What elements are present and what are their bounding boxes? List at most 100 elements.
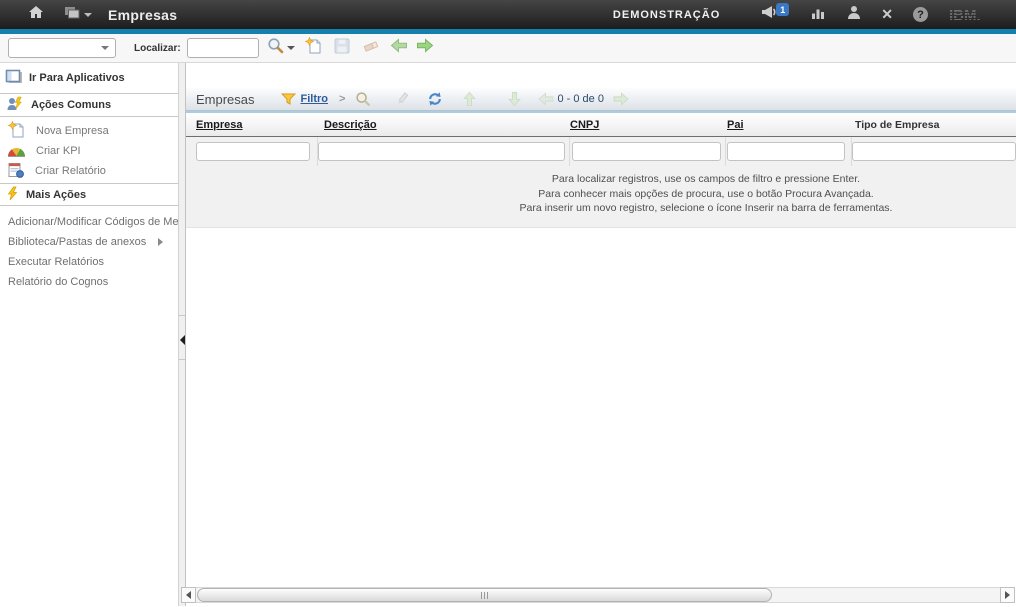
chevron-down-icon	[287, 46, 295, 50]
search-button[interactable]	[267, 37, 295, 59]
profile-button[interactable]	[847, 5, 861, 24]
sidebar-item-biblioteca-pastas-anexos[interactable]: Biblioteca/Pastas de anexos	[0, 232, 178, 252]
sidebar-item-label: Relatório do Cognos	[8, 276, 108, 288]
column-header-cnpj[interactable]: CNPJ	[570, 119, 599, 131]
column-header-tipo-de-empresa: Tipo de Empresa	[855, 119, 939, 131]
column-header-descricao[interactable]: Descrição	[324, 119, 377, 131]
environment-label: DEMONSTRAÇÃO	[613, 9, 720, 21]
refresh-button[interactable]	[427, 91, 443, 107]
sidebar-collapse-handle[interactable]	[178, 63, 186, 606]
column-header-pai[interactable]: Pai	[727, 119, 744, 131]
record-selector-combo[interactable]	[8, 38, 116, 58]
results-table-header: Empresa Descrição CNPJ Pai Tipo de Empre…	[186, 111, 1016, 137]
scrollbar-track[interactable]	[196, 587, 1000, 603]
divider-grip	[179, 359, 185, 360]
sidebar-item-label: Criar Relatório	[35, 165, 106, 177]
close-icon: ✕	[881, 6, 893, 23]
sidebar-section-common-actions[interactable]: Ações Comuns	[0, 94, 178, 117]
submenu-arrow-icon	[158, 238, 163, 246]
sidebar-item-criar-kpi[interactable]: Criar KPI	[0, 141, 178, 161]
forward-button[interactable]	[416, 38, 434, 58]
sidebar-item-label: Ir Para Aplicativos	[29, 72, 125, 84]
new-document-icon	[305, 37, 322, 59]
horizontal-scrollbar	[181, 587, 1015, 603]
scrollbar-grip-icon	[481, 592, 489, 599]
help-button[interactable]: ?	[913, 7, 928, 22]
sidebar-item-go-to-apps[interactable]: Ir Para Aplicativos	[0, 63, 178, 94]
prev-page-button	[538, 92, 554, 106]
column-separator	[569, 137, 570, 166]
lightning-icon	[6, 186, 19, 204]
sidebar-item-label: Biblioteca/Pastas de anexos	[8, 236, 146, 248]
filter-input-descricao[interactable]	[318, 142, 565, 161]
save-button	[334, 38, 350, 59]
results-header: Empresas Filtro >	[186, 88, 1016, 111]
sign-out-button[interactable]: ✕	[881, 6, 893, 23]
help-line: Para localizar registros, use os campos …	[396, 172, 1016, 187]
windows-stack-icon	[64, 6, 80, 24]
scroll-right-button[interactable]	[1000, 587, 1015, 603]
filter-row	[186, 137, 1016, 166]
sidebar-section-more-actions[interactable]: Mais Ações	[0, 183, 178, 206]
bar-chart-icon	[811, 6, 827, 24]
arrow-left-icon	[390, 38, 408, 58]
filter-input-pai[interactable]	[727, 142, 845, 161]
divider-grip	[179, 315, 185, 316]
new-document-icon	[8, 121, 25, 141]
svg-text:IBM.: IBM.	[949, 7, 981, 23]
ibm-logo: IBM.	[948, 7, 996, 23]
eraser-icon	[362, 38, 380, 58]
triangle-left-icon	[186, 591, 191, 599]
record-range: 0 - 0 de 0	[557, 93, 603, 105]
chevron-down-icon	[84, 13, 92, 17]
home-button[interactable]	[28, 5, 44, 24]
filter-input-cnpj[interactable]	[572, 142, 721, 161]
record-toolbar: Localizar:	[0, 34, 1016, 63]
panel-title: Empresas	[196, 92, 255, 107]
sidebar: Ir Para Aplicativos Ações Comuns Nova Em…	[0, 63, 178, 606]
help-line: Para inserir um novo registro, selecione…	[396, 201, 1016, 216]
window-title: Empresas	[108, 7, 177, 23]
person-icon	[847, 5, 861, 24]
new-record-button[interactable]	[305, 37, 322, 59]
reports-button[interactable]	[811, 6, 827, 24]
filter-funnel-icon[interactable]	[281, 93, 296, 105]
sidebar-item-executar-relatorios[interactable]: Executar Relatórios	[0, 252, 178, 272]
triangle-right-icon	[1005, 591, 1010, 599]
scrollbar-thumb[interactable]	[197, 588, 772, 602]
sidebar-section-label: Mais Ações	[26, 189, 86, 201]
empty-results-help: Para localizar registros, use os campos …	[186, 166, 1016, 228]
sidebar-item-relatorio-cognos[interactable]: Relatório do Cognos	[0, 272, 178, 292]
scroll-left-button[interactable]	[181, 587, 196, 603]
sidebar-item-criar-relatorio[interactable]: Criar Relatório	[0, 161, 178, 181]
sidebar-item-label: Executar Relatórios	[8, 256, 104, 268]
person-bolt-icon	[6, 96, 24, 114]
sidebar-item-nova-empresa[interactable]: Nova Empresa	[0, 121, 178, 141]
move-down-button	[507, 91, 522, 107]
home-icon	[28, 5, 44, 24]
filter-link[interactable]: Filtro	[301, 93, 329, 105]
back-button[interactable]	[390, 38, 408, 58]
clear-button	[362, 38, 380, 58]
edit-pencil-icon	[395, 92, 410, 106]
notification-badge: 1	[776, 3, 789, 16]
filter-input-tipo-de-empresa[interactable]	[852, 142, 1016, 161]
localizar-label: Localizar:	[134, 43, 181, 54]
gauge-icon	[8, 148, 25, 157]
open-windows-menu-button[interactable]	[64, 6, 92, 24]
sidebar-item-label: Criar KPI	[36, 145, 81, 157]
localizar-input[interactable]	[187, 38, 259, 58]
save-floppy-icon	[334, 38, 350, 59]
help-icon: ?	[913, 7, 928, 22]
advanced-search-button[interactable]	[355, 91, 371, 107]
chevron-right: >	[339, 93, 345, 105]
chevron-down-icon	[101, 46, 109, 50]
top-bar: Empresas DEMONSTRAÇÃO 1 ✕ ?	[0, 0, 1016, 29]
sidebar-item-adicionar-modificar-codigos[interactable]: Adicionar/Modificar Códigos de Merc...	[0, 212, 178, 232]
column-header-empresa[interactable]: Empresa	[196, 119, 242, 131]
announcements-button[interactable]: 1	[760, 5, 791, 24]
help-line: Para conhecer mais opções de procura, us…	[396, 187, 1016, 202]
filter-input-empresa[interactable]	[196, 142, 310, 161]
sidebar-section-label: Ações Comuns	[31, 99, 111, 111]
report-icon	[8, 162, 24, 181]
